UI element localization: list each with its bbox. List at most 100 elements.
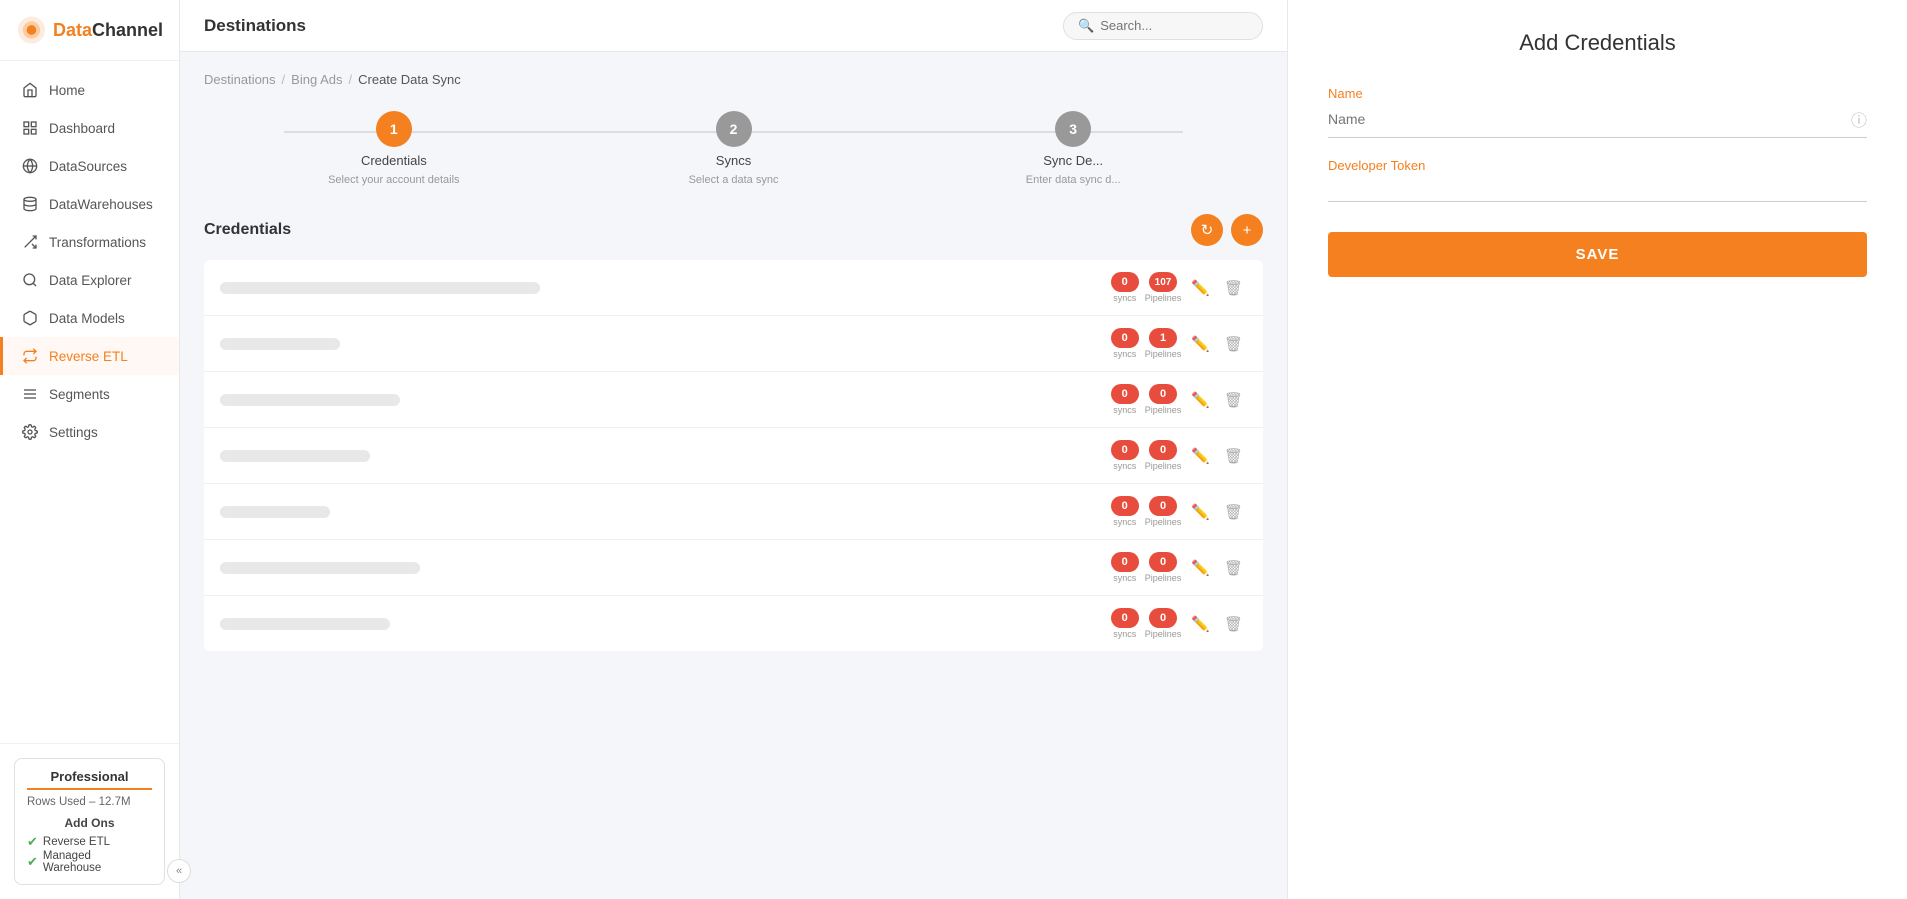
pipelines-label-3: Pipelines	[1145, 405, 1182, 415]
dashboard-icon	[21, 119, 39, 137]
add-credentials-panel: Add Credentials Name ⓘ Developer Token S…	[1287, 0, 1907, 899]
step-3: 3 Sync De... Enter data sync d...	[903, 111, 1243, 186]
plan-title: Professional	[27, 769, 152, 790]
sidebar-item-data-models[interactable]: Data Models	[0, 299, 179, 337]
syncs-badge-5: 0 syncs	[1111, 496, 1139, 527]
delete-credential-2[interactable]: 🗑	[1220, 331, 1247, 357]
delete-credential-1[interactable]: 🗑	[1220, 275, 1247, 301]
sidebar-item-segments[interactable]: Segments	[0, 375, 179, 413]
search-input[interactable]	[1100, 18, 1240, 33]
sidebar-item-transformations[interactable]: Transformations	[0, 223, 179, 261]
pipelines-label-4: Pipelines	[1145, 461, 1182, 471]
credential-name-7	[220, 618, 390, 630]
name-field-label: Name	[1328, 86, 1867, 101]
table-row: 0 syncs 0 Pipelines ✏️ 🗑	[204, 484, 1263, 540]
data-explorer-icon	[21, 271, 39, 289]
edit-credential-3[interactable]: ✏️	[1187, 387, 1214, 413]
developer-token-label: Developer Token	[1328, 158, 1867, 173]
developer-token-input-wrapper	[1328, 179, 1867, 202]
info-icon[interactable]: ⓘ	[1851, 107, 1867, 131]
table-row: 0 syncs 0 Pipelines ✏️ 🗑	[204, 428, 1263, 484]
pipelines-badge-5: 0 Pipelines	[1145, 496, 1182, 527]
sidebar-item-dashboard-label: Dashboard	[49, 121, 115, 136]
sidebar-item-data-explorer[interactable]: Data Explorer	[0, 261, 179, 299]
step-2-circle: 2	[716, 111, 752, 147]
refresh-button[interactable]: ↻	[1191, 214, 1223, 246]
section-actions: ↻ +	[1191, 214, 1263, 246]
syncs-count-5: 0	[1111, 496, 1139, 516]
edit-credential-7[interactable]: ✏️	[1187, 611, 1214, 637]
syncs-count-3: 0	[1111, 384, 1139, 404]
pipelines-count-3: 0	[1149, 384, 1177, 404]
sidebar-item-home[interactable]: Home	[0, 71, 179, 109]
delete-credential-4[interactable]: 🗑	[1220, 443, 1247, 469]
sidebar-item-datasources-label: DataSources	[49, 159, 127, 174]
syncs-label-7: syncs	[1113, 629, 1136, 639]
breadcrumb-current: Create Data Sync	[358, 72, 461, 87]
credential-name-2	[220, 338, 340, 350]
sidebar-item-data-models-label: Data Models	[49, 311, 125, 326]
syncs-badge-6: 0 syncs	[1111, 552, 1139, 583]
breadcrumb-bing-ads[interactable]: Bing Ads	[291, 72, 342, 87]
name-input-wrapper: ⓘ	[1328, 107, 1867, 138]
sidebar-item-transformations-label: Transformations	[49, 235, 146, 250]
step-1-sublabel: Select your account details	[328, 174, 459, 186]
step-3-circle: 3	[1055, 111, 1091, 147]
delete-credential-6[interactable]: 🗑	[1220, 555, 1247, 581]
sidebar-item-settings-label: Settings	[49, 425, 98, 440]
addon-managed-warehouse-label: Managed Warehouse	[43, 850, 152, 874]
sidebar-item-reverse-etl[interactable]: Reverse ETL	[0, 337, 179, 375]
edit-credential-2[interactable]: ✏️	[1187, 331, 1214, 357]
step-1-circle: 1	[376, 111, 412, 147]
table-row: 0 syncs 0 Pipelines ✏️ 🗑	[204, 540, 1263, 596]
plan-addon-reverse-etl: ✔ Reverse ETL	[27, 834, 152, 850]
sidebar-item-dashboard[interactable]: Dashboard	[0, 109, 179, 147]
credential-name-3	[220, 394, 400, 406]
syncs-label-3: syncs	[1113, 405, 1136, 415]
datawarehouses-icon	[21, 195, 39, 213]
add-credential-button[interactable]: +	[1231, 214, 1263, 246]
sidebar-item-settings[interactable]: Settings	[0, 413, 179, 451]
reverse-etl-icon	[21, 347, 39, 365]
search-box[interactable]: 🔍	[1063, 12, 1263, 40]
delete-credential-5[interactable]: 🗑	[1220, 499, 1247, 525]
pipelines-badge-3: 0 Pipelines	[1145, 384, 1182, 415]
page-title: Destinations	[204, 16, 306, 36]
delete-credential-3[interactable]: 🗑	[1220, 387, 1247, 413]
main-header: Destinations 🔍	[180, 0, 1287, 52]
settings-icon	[21, 423, 39, 441]
syncs-count-7: 0	[1111, 608, 1139, 628]
edit-credential-4[interactable]: ✏️	[1187, 443, 1214, 469]
sidebar-item-datasources[interactable]: DataSources	[0, 147, 179, 185]
save-button[interactable]: SAVE	[1328, 232, 1867, 277]
syncs-badge-1: 0 syncs	[1111, 272, 1139, 303]
syncs-badge-3: 0 syncs	[1111, 384, 1139, 415]
main-area: Destinations 🔍 Destinations / Bing Ads /…	[180, 0, 1287, 899]
developer-token-input[interactable]	[1328, 179, 1867, 195]
pipelines-badge-1: 107 Pipelines	[1145, 272, 1182, 303]
syncs-label-1: syncs	[1113, 293, 1136, 303]
edit-credential-5[interactable]: ✏️	[1187, 499, 1214, 525]
step-2: 2 Syncs Select a data sync	[564, 111, 904, 186]
edit-credential-1[interactable]: ✏️	[1187, 275, 1214, 301]
table-row: 0 syncs 0 Pipelines ✏️ 🗑	[204, 372, 1263, 428]
breadcrumb-sep-2: /	[349, 72, 353, 87]
panel-title: Add Credentials	[1328, 30, 1867, 56]
breadcrumb-destinations[interactable]: Destinations	[204, 72, 276, 87]
step-3-sublabel: Enter data sync d...	[1026, 174, 1121, 186]
cred-row-actions-4: 0 syncs 0 Pipelines ✏️ 🗑	[1111, 440, 1247, 471]
sidebar-item-datawarehouses[interactable]: DataWarehouses	[0, 185, 179, 223]
cred-row-actions-6: 0 syncs 0 Pipelines ✏️ 🗑	[1111, 552, 1247, 583]
syncs-badge-4: 0 syncs	[1111, 440, 1139, 471]
name-input[interactable]	[1328, 111, 1843, 127]
segments-icon	[21, 385, 39, 403]
credential-name-6	[220, 562, 420, 574]
pipelines-label-1: Pipelines	[1145, 293, 1182, 303]
credentials-list: 0 syncs 107 Pipelines ✏️ 🗑 0	[204, 260, 1263, 651]
pipelines-count-1: 107	[1149, 272, 1177, 292]
edit-credential-6[interactable]: ✏️	[1187, 555, 1214, 581]
cred-row-actions-1: 0 syncs 107 Pipelines ✏️ 🗑	[1111, 272, 1247, 303]
delete-credential-7[interactable]: 🗑	[1220, 611, 1247, 637]
syncs-count-2: 0	[1111, 328, 1139, 348]
cred-row-actions-5: 0 syncs 0 Pipelines ✏️ 🗑	[1111, 496, 1247, 527]
